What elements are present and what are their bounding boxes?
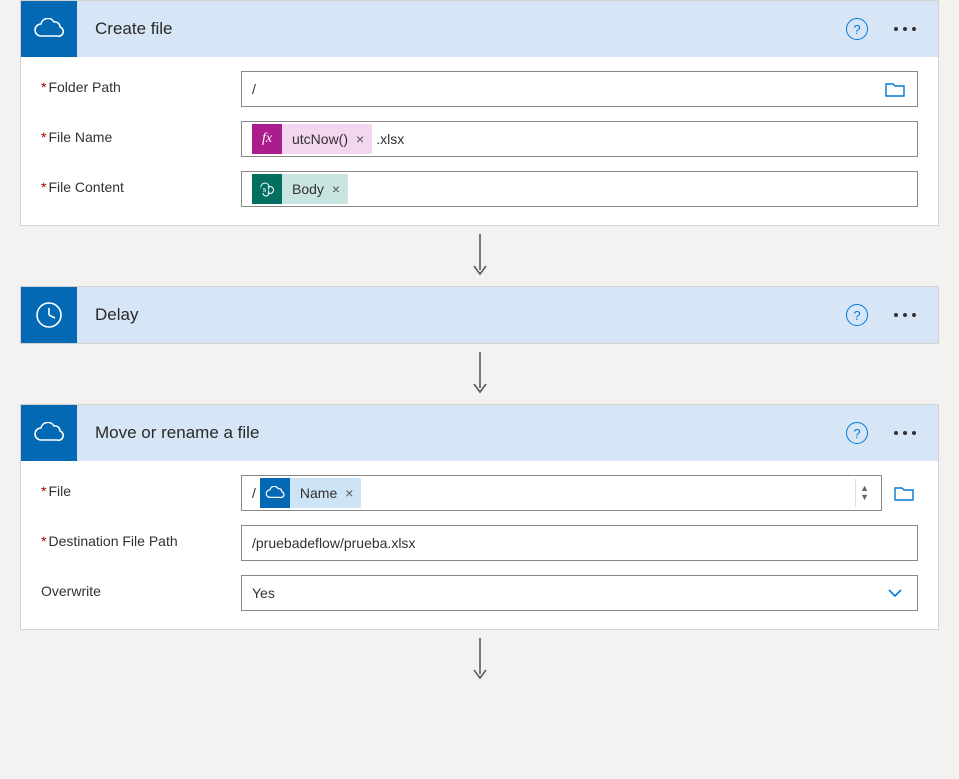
token-label: Name bbox=[290, 485, 345, 501]
field-label: Overwrite bbox=[41, 575, 241, 599]
chevron-up-icon: ▲ bbox=[860, 485, 869, 492]
dynamic-content-token[interactable]: Name × bbox=[260, 478, 362, 508]
field-destination-path: Destination File Path /pruebadeflow/prue… bbox=[41, 525, 918, 561]
action-title: Delay bbox=[77, 305, 846, 325]
input-suffix: .xlsx bbox=[376, 131, 404, 147]
field-file: File / Name × bbox=[41, 475, 918, 511]
input-value: / bbox=[252, 81, 256, 97]
input-value: /pruebadeflow/prueba.xlsx bbox=[252, 535, 415, 551]
action-header[interactable]: Move or rename a file ? bbox=[21, 405, 938, 461]
file-name-input[interactable]: fx utcNow() × .xlsx bbox=[241, 121, 918, 157]
expression-token[interactable]: fx utcNow() × bbox=[252, 124, 372, 154]
chevron-down-icon bbox=[881, 581, 909, 605]
flow-arrow bbox=[20, 226, 939, 286]
field-overwrite: Overwrite Yes bbox=[41, 575, 918, 611]
action-title: Create file bbox=[77, 19, 846, 39]
flow-arrow bbox=[20, 344, 939, 404]
onedrive-icon bbox=[21, 1, 77, 57]
field-label: Folder Path bbox=[41, 71, 241, 95]
field-file-name: File Name fx utcNow() × .xlsx bbox=[41, 121, 918, 157]
more-menu-button[interactable] bbox=[888, 307, 922, 323]
token-label: Body bbox=[282, 181, 332, 197]
token-remove-icon[interactable]: × bbox=[345, 485, 361, 501]
file-input[interactable]: / Name × ▲ bbox=[241, 475, 882, 511]
action-move-rename: Move or rename a file ? File / bbox=[20, 404, 939, 630]
help-icon[interactable]: ? bbox=[846, 304, 868, 326]
field-file-content: File Content S bbox=[41, 171, 918, 207]
action-create-file: Create file ? Folder Path / bbox=[20, 0, 939, 226]
fx-icon: fx bbox=[252, 124, 282, 154]
destination-path-input[interactable]: /pruebadeflow/prueba.xlsx bbox=[241, 525, 918, 561]
action-header[interactable]: Delay ? bbox=[21, 287, 938, 343]
field-label: Destination File Path bbox=[41, 525, 241, 549]
input-prefix: / bbox=[252, 485, 256, 501]
clock-icon bbox=[21, 287, 77, 343]
token-label: utcNow() bbox=[282, 131, 356, 147]
token-remove-icon[interactable]: × bbox=[332, 181, 348, 197]
field-label: File bbox=[41, 475, 241, 499]
file-content-input[interactable]: S Body × bbox=[241, 171, 918, 207]
number-stepper[interactable]: ▲ ▼ bbox=[855, 479, 873, 507]
overwrite-select[interactable]: Yes bbox=[241, 575, 918, 611]
folder-picker-icon[interactable] bbox=[881, 77, 909, 101]
select-value: Yes bbox=[252, 585, 275, 601]
help-icon[interactable]: ? bbox=[846, 18, 868, 40]
action-delay: Delay ? bbox=[20, 286, 939, 344]
action-header[interactable]: Create file ? bbox=[21, 1, 938, 57]
onedrive-token-icon bbox=[260, 478, 290, 508]
chevron-down-icon: ▼ bbox=[860, 494, 869, 501]
more-menu-button[interactable] bbox=[888, 21, 922, 37]
action-body: File / Name × bbox=[21, 461, 938, 629]
help-icon[interactable]: ? bbox=[846, 422, 868, 444]
field-label: File Content bbox=[41, 171, 241, 195]
field-label: File Name bbox=[41, 121, 241, 145]
field-folder-path: Folder Path / bbox=[41, 71, 918, 107]
onedrive-icon bbox=[21, 405, 77, 461]
more-menu-button[interactable] bbox=[888, 425, 922, 441]
action-title: Move or rename a file bbox=[77, 423, 846, 443]
folder-picker-icon[interactable] bbox=[890, 481, 918, 505]
folder-path-input[interactable]: / bbox=[241, 71, 918, 107]
dynamic-content-token[interactable]: S Body × bbox=[252, 174, 348, 204]
flow-arrow bbox=[20, 630, 939, 690]
sharepoint-icon: S bbox=[252, 174, 282, 204]
action-body: Folder Path / Fi bbox=[21, 57, 938, 225]
token-remove-icon[interactable]: × bbox=[356, 131, 372, 147]
